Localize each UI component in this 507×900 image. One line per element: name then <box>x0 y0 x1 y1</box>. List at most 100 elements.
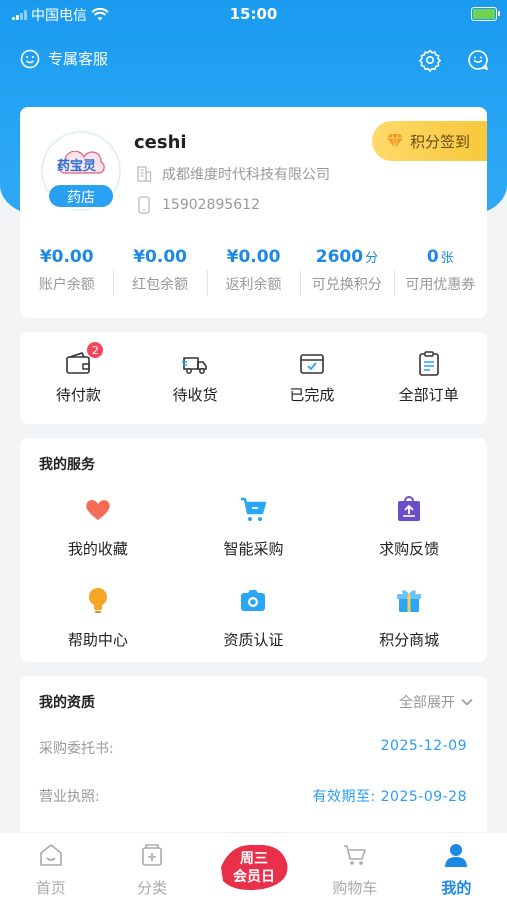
heart-icon <box>86 500 110 520</box>
stat-value: ¥0.00 <box>226 247 281 267</box>
lightbulb-icon <box>88 588 107 613</box>
order-shortcuts: 2 待付款 待收货 已完成 全部订单 <box>20 332 487 424</box>
stat-points[interactable]: 2600 分 可兑换积分 <box>300 244 393 304</box>
tab-home[interactable]: 首页 <box>0 833 101 900</box>
points-sign-in-button[interactable]: 积分签到 <box>372 121 487 161</box>
order-label: 待收货 <box>172 386 218 404</box>
service-label: 智能采购 <box>223 540 284 558</box>
stat-value: 0 <box>426 247 439 267</box>
store-type-tag: 药店 <box>47 183 115 209</box>
top-bar: 专属客服 <box>0 44 507 76</box>
shopping-cart-icon <box>343 845 366 865</box>
tab-label: 购物车 <box>332 879 378 897</box>
stat-unit: 分 <box>365 251 379 266</box>
gear-icon[interactable] <box>418 48 442 72</box>
camera-icon <box>241 590 266 611</box>
qualification-row: 采购委托书: 2025-12-09 <box>39 738 467 758</box>
tab-label: 分类 <box>137 879 168 897</box>
logo-text: 药宝灵 <box>57 159 97 174</box>
services-grid: 我的收藏 智能采购 求购反馈 帮助中心 资质认证 积分商城 <box>20 494 487 650</box>
company-row: 成都维度时代科技有限公司 <box>136 164 330 184</box>
customer-service-label: 专属客服 <box>48 50 109 68</box>
stat-red-packet-balance[interactable]: ¥0.00 红包余额 <box>113 244 206 304</box>
promo-line-1: 周三 <box>240 851 268 867</box>
clock: 15:00 <box>229 5 278 23</box>
stat-value: ¥0.00 <box>39 247 94 267</box>
bottom-tab-bar: 首页 分类 周三 会员日 购物车 我的 <box>0 832 507 900</box>
message-icon[interactable] <box>466 48 490 72</box>
diamond-icon <box>387 133 403 149</box>
feedback-bag-icon <box>398 496 421 521</box>
tab-label: 我的 <box>441 879 472 897</box>
username: ceshi <box>134 132 187 153</box>
tab-category[interactable]: 分类 <box>101 833 202 900</box>
service-label: 积分商城 <box>379 631 440 649</box>
home-icon <box>39 844 62 866</box>
balance-stats: ¥0.00 账户余额 ¥0.00 红包余额 ¥0.00 返利余额 2600 分 可… <box>20 244 487 304</box>
battery-icon <box>471 7 500 21</box>
stat-value: 2600 <box>315 247 364 267</box>
sign-in-label: 积分签到 <box>410 132 471 151</box>
service-qualification-cert[interactable]: 资质认证 <box>176 585 332 650</box>
qualification-value: 有效期至: 2025-09-28 <box>312 789 467 805</box>
service-purchase-feedback[interactable]: 求购反馈 <box>331 494 487 559</box>
services-title: 我的服务 <box>39 457 95 473</box>
promo-line-2: 会员日 <box>233 868 275 885</box>
stat-label: 返利余额 <box>225 277 282 293</box>
service-favorites[interactable]: 我的收藏 <box>20 494 176 559</box>
stat-rebate-balance[interactable]: ¥0.00 返利余额 <box>206 244 300 304</box>
stat-label: 红包余额 <box>132 277 189 293</box>
service-points-mall[interactable]: 积分商城 <box>331 585 487 650</box>
profile-card: 药宝灵 药店 ceshi 成都维度时代科技有限公司 15902895612 积分… <box>20 107 487 318</box>
stat-label: 账户余额 <box>38 277 95 293</box>
stat-coupons[interactable]: 0张 可用优惠券 <box>393 244 487 304</box>
my-qualifications-card: 我的资质 全部展开 采购委托书: 2025-12-09 营业执照: 有效期至: … <box>20 676 487 836</box>
order-label: 已完成 <box>289 386 335 404</box>
qualification-row: 营业执照: 有效期至: 2025-09-28 <box>39 786 467 806</box>
user-icon <box>445 844 468 867</box>
stat-label: 可兑换积分 <box>311 277 382 293</box>
customer-service-button[interactable]: 专属客服 <box>20 48 108 69</box>
service-help-center[interactable]: 帮助中心 <box>20 585 176 650</box>
member-day-promo-icon: 周三 会员日 <box>220 844 288 890</box>
truck-icon <box>182 357 207 374</box>
category-box-icon <box>142 844 162 866</box>
company-name: 成都维度时代科技有限公司 <box>162 167 330 183</box>
service-label: 我的收藏 <box>67 540 128 558</box>
order-pending-receipt[interactable]: 待收货 <box>137 332 254 424</box>
building-icon <box>137 166 152 182</box>
order-badge: 2 <box>86 341 105 359</box>
smile-icon <box>20 49 40 68</box>
service-label: 资质认证 <box>223 631 284 649</box>
qualification-label: 采购委托书: <box>39 741 114 757</box>
qualification-label: 营业执照: <box>39 789 100 805</box>
chevron-down-icon <box>461 698 473 706</box>
order-label: 待付款 <box>55 386 101 404</box>
tab-mine[interactable]: 我的 <box>406 833 507 900</box>
check-box-icon <box>300 354 324 374</box>
tab-label: 首页 <box>35 879 66 897</box>
order-pending-payment[interactable]: 2 待付款 <box>20 332 137 424</box>
cart-icon <box>241 497 267 521</box>
stat-unit: 张 <box>440 251 454 266</box>
tab-cart[interactable]: 购物车 <box>304 833 405 900</box>
expand-label: 全部展开 <box>399 695 455 711</box>
service-label: 求购反馈 <box>379 540 440 558</box>
phone-icon <box>138 196 150 214</box>
my-services-card: 我的服务 我的收藏 智能采购 求购反馈 帮助中心 资质认证 积分商城 <box>20 438 487 662</box>
expand-all-button[interactable]: 全部展开 <box>399 692 473 712</box>
qualification-value: 2025-12-09 <box>380 738 467 754</box>
tab-member-day-promo[interactable]: 周三 会员日 <box>203 833 304 900</box>
stat-label: 可用优惠券 <box>405 277 476 293</box>
order-label: 全部订单 <box>398 386 459 404</box>
stat-account-balance[interactable]: ¥0.00 账户余额 <box>20 244 113 304</box>
service-label: 帮助中心 <box>67 631 128 649</box>
phone-row: 15902895612 <box>136 196 260 214</box>
order-completed[interactable]: 已完成 <box>254 332 371 424</box>
order-all[interactable]: 全部订单 <box>370 332 487 424</box>
phone-number: 15902895612 <box>162 197 260 213</box>
status-bar: 中国电信 15:00 <box>0 0 507 30</box>
service-smart-purchase[interactable]: 智能采购 <box>176 494 332 559</box>
clipboard-icon <box>418 351 439 376</box>
qualifications-title: 我的资质 <box>39 695 95 711</box>
